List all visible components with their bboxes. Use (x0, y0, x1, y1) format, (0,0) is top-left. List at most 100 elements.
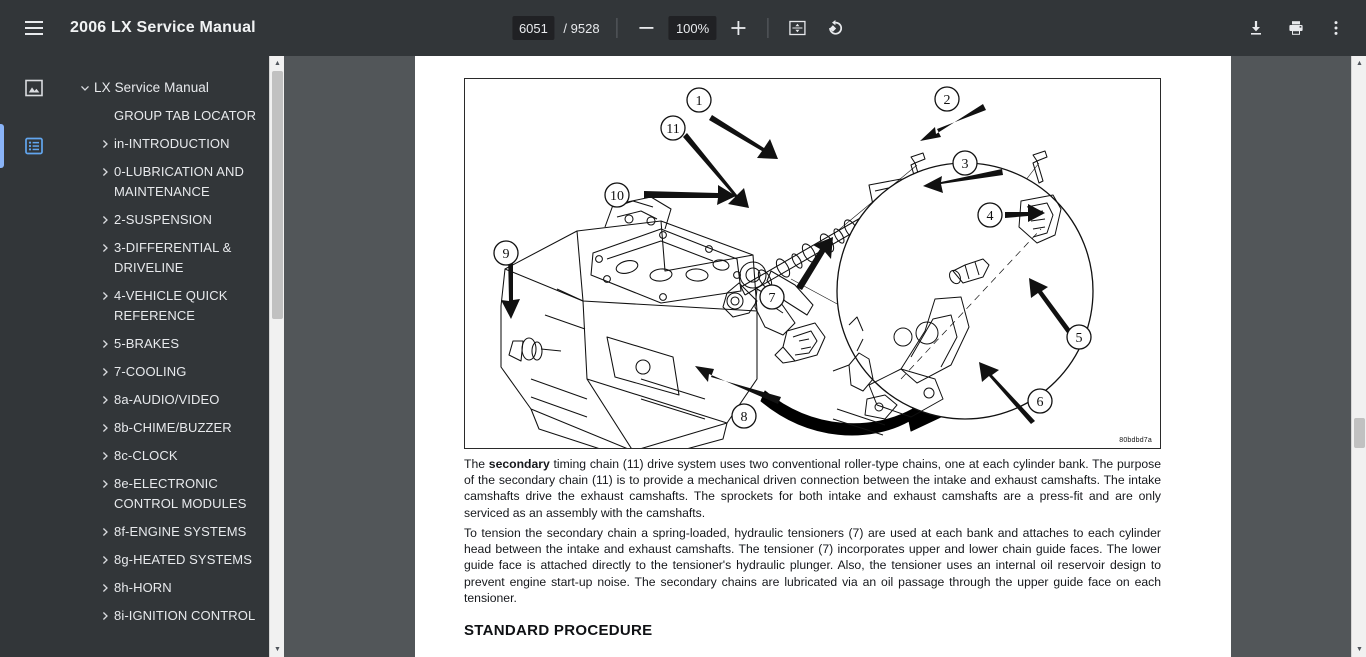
sidebar-item-in-introduction[interactable]: in-INTRODUCTION (68, 130, 284, 158)
body-paragraph-2: To tension the secondary chain a spring-… (464, 526, 1161, 605)
sidebar-item-8c-clock[interactable]: 8c-CLOCK (68, 442, 284, 470)
figure-callout-6: 6 (1027, 388, 1053, 414)
figure-callout-5: 5 (1066, 324, 1092, 350)
figure-callout-4: 4 (977, 202, 1003, 228)
rotate-counterclockwise-icon[interactable] (818, 10, 854, 46)
chevron-right-icon[interactable] (96, 522, 114, 542)
document-outline-icon[interactable] (16, 128, 52, 164)
chevron-right-icon[interactable] (96, 474, 114, 494)
sidebar-item-label: 8a-AUDIO/VIDEO (114, 392, 220, 407)
viewer-scrollbar[interactable]: ▲ ▼ (1351, 56, 1366, 657)
chevron-right-icon[interactable] (96, 446, 114, 466)
viewer-scroll-down-icon[interactable]: ▼ (1352, 642, 1366, 657)
download-icon[interactable] (1238, 10, 1274, 46)
zoom-in-button[interactable] (721, 10, 757, 46)
sidebar-item-label: 7-COOLING (114, 364, 187, 379)
sidebar-item-7-cooling[interactable]: 7-COOLING (68, 358, 284, 386)
sidebar-item-8f-engine-systems[interactable]: 8f-ENGINE SYSTEMS (68, 518, 284, 546)
fit-to-page-icon[interactable] (780, 10, 816, 46)
pdf-toolbar: 2006 LX Service Manual / 9528 100% (0, 0, 1366, 56)
page-number-input[interactable] (512, 16, 555, 40)
figure-callout-10: 10 (604, 182, 630, 208)
sidebar-item-lx-service-manual[interactable]: LX Service Manual (68, 74, 284, 102)
svg-text:9: 9 (503, 247, 510, 262)
section-heading-standard-procedure: STANDARD PROCEDURE (464, 622, 653, 639)
thumbnails-icon[interactable] (16, 70, 52, 106)
sidebar-item-label: 8g-HEATED SYSTEMS (114, 552, 252, 567)
figure-svg: 1 2 3 4 5 6 7 8 9 10 11 (493, 86, 1094, 448)
toolbar-right-controls (1238, 0, 1354, 56)
sidebar-item-8i-ignition-control[interactable]: 8i-IGNITION CONTROL (68, 602, 284, 630)
zoom-level-value[interactable]: 100% (668, 16, 717, 40)
sidebar-scrollbar[interactable]: ▲ ▼ (269, 56, 284, 657)
sidebar-rail (0, 56, 68, 657)
sidebar-scroll-up-icon[interactable]: ▲ (270, 56, 284, 71)
svg-text:8: 8 (741, 410, 748, 425)
chevron-right-icon[interactable] (96, 550, 114, 570)
sidebar-item-8h-horn[interactable]: 8h-HORN (68, 574, 284, 602)
sidebar-item-2-suspension[interactable]: 2-SUSPENSION (68, 206, 284, 234)
document-title: 2006 LX Service Manual (70, 19, 256, 36)
pdf-page: 1 2 3 4 5 6 7 8 9 10 11 80bdbd7a The sec… (415, 56, 1231, 657)
sidebar-item-label: 8c-CLOCK (114, 448, 178, 463)
sidebar-item-8a-audio-video[interactable]: 8a-AUDIO/VIDEO (68, 386, 284, 414)
svg-text:7: 7 (769, 291, 776, 306)
sidebar-item-label: 8f-ENGINE SYSTEMS (114, 524, 247, 539)
sidebar-item-3-differential-driveline[interactable]: 3-DIFFERENTIAL & DRIVELINE (68, 234, 284, 282)
figure-callout-2: 2 (934, 86, 960, 112)
sidebar-item-group-tab-locator[interactable]: GROUP TAB LOCATOR (68, 102, 284, 130)
chevron-right-icon[interactable] (96, 210, 114, 230)
sidebar-item-5-brakes[interactable]: 5-BRAKES (68, 330, 284, 358)
sidebar-item-label: 8e-ELECTRONIC CONTROL MODULES (114, 476, 247, 511)
chevron-down-icon[interactable] (76, 78, 94, 98)
toolbar-center-controls: / 9528 100% (512, 0, 853, 56)
chevron-right-icon[interactable] (96, 162, 114, 182)
chevron-right-icon[interactable] (96, 418, 114, 438)
sidebar-item-label: 3-DIFFERENTIAL & DRIVELINE (114, 240, 232, 275)
figure-callout-7: 7 (759, 284, 785, 310)
sidebar-scroll-down-icon[interactable]: ▼ (270, 642, 284, 657)
figure-engine-timing-diagram: 1 2 3 4 5 6 7 8 9 10 11 80bdbd7a (464, 78, 1161, 449)
sidebar-item-label: 4-VEHICLE QUICK REFERENCE (114, 288, 228, 323)
svg-text:2: 2 (944, 93, 951, 108)
outline-tree: LX Service Manual GROUP TAB LOCATOR in-INT… (68, 56, 284, 650)
svg-text:10: 10 (610, 189, 624, 204)
pdf-viewer-area[interactable]: 1 2 3 4 5 6 7 8 9 10 11 80bdbd7a The sec… (284, 56, 1366, 657)
sidebar-item-8e-electronic-control-modules[interactable]: 8e-ELECTRONIC CONTROL MODULES (68, 470, 284, 518)
toolbar-divider-1 (616, 18, 618, 38)
sidebar-item-label: 0-LUBRICATION AND MAINTENANCE (114, 164, 245, 199)
chevron-right-icon[interactable] (96, 238, 114, 258)
figure-callout-8: 8 (731, 403, 757, 429)
figure-callout-1: 1 (686, 87, 712, 113)
sidebar-item-label: 5-BRAKES (114, 336, 180, 351)
sidebar-item-0-lubrication-and-maintenance[interactable]: 0-LUBRICATION AND MAINTENANCE (68, 158, 284, 206)
active-rail-indicator (0, 124, 4, 168)
zoom-out-button[interactable] (629, 10, 665, 46)
figure-callout-3: 3 (952, 150, 978, 176)
sidebar-scroll-thumb[interactable] (272, 71, 283, 319)
sidebar-item-8g-heated-systems[interactable]: 8g-HEATED SYSTEMS (68, 546, 284, 574)
chevron-right-icon[interactable] (96, 134, 114, 154)
svg-text:11: 11 (666, 122, 679, 137)
para1-post: timing chain (11) drive system uses two … (464, 457, 1162, 520)
sidebar-item-8b-chime-buzzer[interactable]: 8b-CHIME/BUZZER (68, 414, 284, 442)
para1-bold-term: secondary (488, 457, 550, 471)
svg-text:5: 5 (1076, 331, 1083, 346)
chevron-right-icon[interactable] (96, 362, 114, 382)
print-icon[interactable] (1278, 10, 1314, 46)
chevron-right-icon[interactable] (96, 334, 114, 354)
viewer-scroll-up-icon[interactable]: ▲ (1352, 56, 1366, 71)
sidebar-item-label: GROUP TAB LOCATOR (114, 108, 257, 123)
body-paragraph-1: The secondary timing chain (11) drive sy… (464, 456, 1161, 521)
chevron-right-icon[interactable] (96, 578, 114, 598)
sidebar-item-label: 8i-IGNITION CONTROL (114, 608, 256, 623)
sidebar-item-4-vehicle-quick-reference[interactable]: 4-VEHICLE QUICK REFERENCE (68, 282, 284, 330)
chevron-right-icon[interactable] (96, 390, 114, 410)
chevron-right-icon[interactable] (96, 606, 114, 626)
chevron-right-icon[interactable] (96, 286, 114, 306)
viewer-scroll-thumb[interactable] (1354, 418, 1365, 448)
more-vertical-icon[interactable] (1318, 10, 1354, 46)
hamburger-icon[interactable] (16, 10, 52, 46)
figure-callout-11: 11 (660, 115, 686, 141)
svg-text:6: 6 (1037, 395, 1044, 410)
